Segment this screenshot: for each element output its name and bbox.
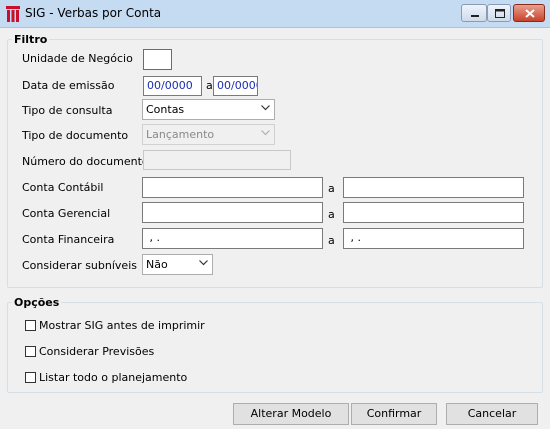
subniveis-value: Não bbox=[146, 258, 168, 271]
maximize-icon bbox=[495, 9, 505, 18]
title-bar: SIG - Verbas por Conta bbox=[0, 0, 550, 28]
minimize-icon bbox=[471, 15, 479, 17]
tipo-documento-value: Lançamento bbox=[146, 128, 215, 141]
conta-financeira-to-input[interactable]: , . bbox=[343, 228, 524, 249]
conta-gerencial-from-input[interactable] bbox=[142, 202, 323, 223]
conta-gerencial-to-input[interactable] bbox=[343, 202, 524, 223]
data-emissao-from-input[interactable]: 00/0000 bbox=[143, 76, 202, 96]
mostrar-sig-label: Mostrar SIG antes de imprimir bbox=[39, 319, 205, 332]
checkbox-box[interactable] bbox=[25, 372, 36, 383]
confirmar-button[interactable]: Confirmar bbox=[351, 403, 437, 425]
chevron-down-icon bbox=[261, 130, 270, 136]
app-logo-icon bbox=[6, 6, 20, 22]
checkbox-box[interactable] bbox=[25, 320, 36, 331]
close-button[interactable] bbox=[513, 4, 545, 22]
range-separator: a bbox=[206, 79, 213, 92]
tipo-documento-select[interactable]: Lançamento bbox=[142, 124, 275, 145]
window-title: SIG - Verbas por Conta bbox=[25, 6, 162, 20]
tipo-consulta-value: Contas bbox=[146, 103, 185, 116]
range-separator: a bbox=[328, 182, 335, 195]
filtro-legend: Filtro bbox=[12, 33, 50, 46]
conta-contabil-label: Conta Contábil bbox=[22, 181, 104, 194]
range-separator: a bbox=[328, 234, 335, 247]
conta-contabil-to-input[interactable] bbox=[343, 177, 524, 198]
minimize-button[interactable] bbox=[461, 4, 487, 22]
data-emissao-to-input[interactable]: 00/0000 bbox=[213, 76, 258, 96]
chevron-down-icon bbox=[199, 260, 208, 266]
checkbox-box[interactable] bbox=[25, 346, 36, 357]
data-emissao-label: Data de emissão bbox=[22, 79, 115, 92]
close-icon bbox=[525, 9, 535, 18]
subniveis-label: Considerar subníveis bbox=[22, 259, 137, 272]
considerar-previsoes-label: Considerar Previsões bbox=[39, 345, 155, 358]
maximize-button[interactable] bbox=[487, 4, 511, 22]
numero-documento-input[interactable] bbox=[143, 150, 291, 170]
conta-gerencial-label: Conta Gerencial bbox=[22, 207, 111, 220]
conta-financeira-from-input[interactable]: , . bbox=[142, 228, 323, 249]
conta-contabil-from-input[interactable] bbox=[142, 177, 323, 198]
range-separator: a bbox=[328, 208, 335, 221]
chevron-down-icon bbox=[261, 105, 270, 111]
subniveis-select[interactable]: Não bbox=[142, 254, 213, 275]
tipo-documento-label: Tipo de documento bbox=[22, 129, 129, 142]
listar-planejamento-label: Listar todo o planejamento bbox=[39, 371, 188, 384]
unidade-label: Unidade de Negócio bbox=[22, 52, 133, 65]
tipo-consulta-select[interactable]: Contas bbox=[142, 99, 275, 120]
tipo-consulta-label: Tipo de consulta bbox=[22, 104, 113, 117]
opcoes-legend: Opções bbox=[12, 296, 62, 309]
numero-documento-label: Número do documento bbox=[22, 155, 149, 168]
unidade-input[interactable] bbox=[143, 49, 172, 70]
cancelar-button[interactable]: Cancelar bbox=[446, 403, 538, 425]
alterar-modelo-button[interactable]: Alterar Modelo bbox=[233, 403, 349, 425]
conta-financeira-label: Conta Financeira bbox=[22, 233, 115, 246]
